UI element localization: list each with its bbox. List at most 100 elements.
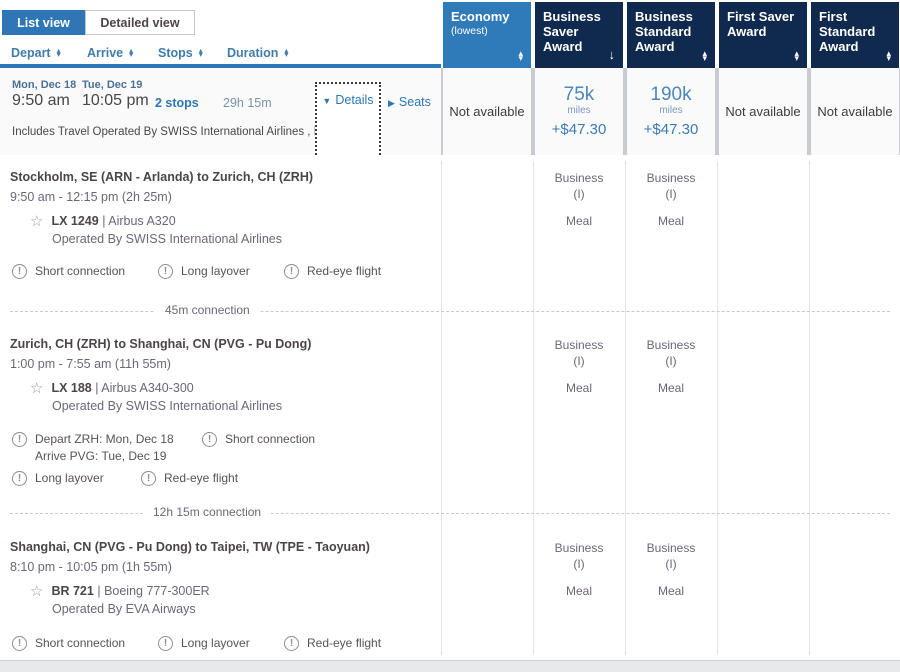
warning-icon: [158, 636, 173, 651]
meal-label: Meal: [657, 214, 684, 228]
warning-text: Long layover: [181, 636, 250, 650]
fare-class: (I): [573, 354, 585, 368]
sort-arrive[interactable]: Arrive: [87, 46, 133, 60]
operated-by: Operated By SWISS International Airlines: [52, 232, 282, 246]
warning-text: Short connection: [35, 264, 126, 278]
fare-class: (I): [573, 557, 585, 571]
column-divider: [809, 161, 810, 655]
column-header-business-saver[interactable]: Business Saver Award: [535, 2, 623, 68]
sort-stops-label: Stops: [158, 46, 193, 60]
not-available-label: Not available: [725, 104, 801, 119]
details-label: Details: [335, 93, 374, 107]
warning-text: Red-eye flight: [164, 471, 239, 485]
segment-route: Zurich, CH (ZRH) to Shanghai, CN (PVG - …: [10, 337, 312, 351]
cabin-cell-business-standard: Business (I) Meal: [627, 337, 715, 396]
column-header-first-saver[interactable]: First Saver Award: [719, 2, 807, 68]
warning-icon: [141, 471, 156, 486]
fare-cell-economy: Not available: [443, 68, 531, 155]
depart-time: 9:50 am: [12, 92, 70, 109]
warning-red-eye: Red-eye flight: [284, 635, 381, 652]
sort-depart[interactable]: Depart: [11, 46, 61, 60]
sort-updown-icon: [702, 51, 707, 61]
airline-star-icon: [30, 379, 43, 397]
connection-duration: 12h 15m connection: [143, 505, 272, 519]
meal-label: Meal: [657, 584, 684, 598]
column-divider: [441, 161, 442, 655]
warning-icon: [12, 432, 27, 447]
sort-updown-icon: [129, 49, 133, 58]
warning-icon: [12, 264, 27, 279]
pipe-divider: |: [97, 584, 101, 598]
warning-icon: [284, 636, 299, 651]
cabin-cell-business-standard: Business (I) Meal: [627, 540, 715, 599]
flight-summary-row: Mon, Dec 18 9:50 am Tue, Dec 19 10:05 pm…: [0, 68, 900, 155]
seats-link[interactable]: Seats: [388, 95, 431, 109]
fare-class: (I): [665, 557, 677, 571]
column-label: First Saver Award: [727, 9, 795, 39]
segment-flight: LX 188 | Airbus A340-300: [30, 379, 194, 397]
meal-label: Meal: [657, 381, 684, 395]
column-divider: [625, 161, 626, 655]
sort-depart-label: Depart: [11, 46, 51, 60]
pipe-divider: |: [102, 214, 106, 228]
cabin-cell-business-standard: Business (I) Meal: [627, 170, 715, 229]
pipe-divider: |: [95, 381, 99, 395]
warning-long-layover: Long layover: [158, 635, 250, 652]
warning-icon: [284, 264, 299, 279]
segment-times: 8:10 pm - 10:05 pm (1h 55m): [10, 560, 172, 574]
warning-icon: [12, 471, 27, 486]
cabin-name: Business: [646, 171, 696, 185]
sort-arrive-label: Arrive: [87, 46, 124, 60]
warning-text-line2: Arrive PVG: Tue, Dec 19: [35, 449, 167, 463]
miles-unit: miles: [567, 104, 591, 116]
fare-class: (I): [665, 187, 677, 201]
column-header-economy[interactable]: Economy (lowest): [443, 2, 531, 68]
miles-value: 190k: [650, 83, 692, 105]
details-toggle[interactable]: Details: [315, 82, 381, 155]
flight-number: BR 721: [51, 584, 94, 598]
column-label: Business Standard Award: [635, 9, 693, 54]
fare-cell-business-saver[interactable]: 75k miles +$47.30: [535, 68, 623, 155]
seats-label: Seats: [398, 95, 431, 109]
warning-text: Short connection: [35, 636, 126, 650]
sort-updown-icon: [518, 51, 523, 61]
miles-unit: miles: [659, 104, 683, 116]
operated-by: Operated By EVA Airways: [52, 602, 196, 616]
segment-flight: LX 1249 | Airbus A320: [30, 212, 176, 230]
warning-red-eye: Red-eye flight: [141, 470, 238, 487]
aircraft-type: Boeing 777-300ER: [104, 584, 210, 598]
warning-text: Red-eye flight: [307, 636, 382, 650]
arrive-date: Tue, Dec 19: [82, 79, 143, 91]
column-label: Economy: [451, 9, 510, 24]
flight-number: LX 188: [51, 381, 92, 395]
stops-link[interactable]: 2 stops: [155, 96, 199, 110]
segment-times: 9:50 am - 12:15 pm (2h 25m): [10, 190, 172, 204]
segment-flight: BR 721 | Boeing 777-300ER: [30, 582, 210, 600]
warning-text: Red-eye flight: [307, 264, 382, 278]
sort-duration[interactable]: Duration: [227, 46, 288, 60]
connection-duration: 45m connection: [155, 303, 260, 317]
fare-cell-business-standard[interactable]: 190k miles +$47.30: [627, 68, 715, 155]
warning-icon: [202, 432, 217, 447]
column-header-first-standard[interactable]: First Standard Award: [811, 2, 899, 68]
warning-date-change: Depart ZRH: Mon, Dec 18 Arrive PVG: Tue,…: [12, 431, 174, 465]
sort-updown-icon: [794, 51, 799, 61]
cabin-name: Business: [554, 171, 604, 185]
detailed-view-tab[interactable]: Detailed view: [85, 10, 195, 35]
segment-times: 1:00 pm - 7:55 am (11h 55m): [10, 357, 171, 371]
depart-date: Mon, Dec 18: [12, 79, 77, 91]
column-label: Business Saver Award: [543, 9, 601, 54]
fare-cell-first-saver: Not available: [719, 68, 807, 155]
duration-value: 29h 15m: [223, 96, 272, 110]
cabin-cell-business-saver: Business (I) Meal: [535, 170, 623, 229]
sort-stops[interactable]: Stops: [158, 46, 203, 60]
cabin-cell-business-saver: Business (I) Meal: [535, 540, 623, 599]
aircraft-type: Airbus A340-300: [101, 381, 194, 395]
column-header-business-standard[interactable]: Business Standard Award: [627, 2, 715, 68]
airline-star-icon: [30, 582, 43, 600]
cabin-name: Business: [554, 541, 604, 555]
aircraft-type: Airbus A320: [108, 214, 176, 228]
fare-cell-first-standard: Not available: [811, 68, 899, 155]
arrive-time: 10:05 pm: [82, 92, 149, 109]
list-view-tab[interactable]: List view: [2, 10, 85, 35]
